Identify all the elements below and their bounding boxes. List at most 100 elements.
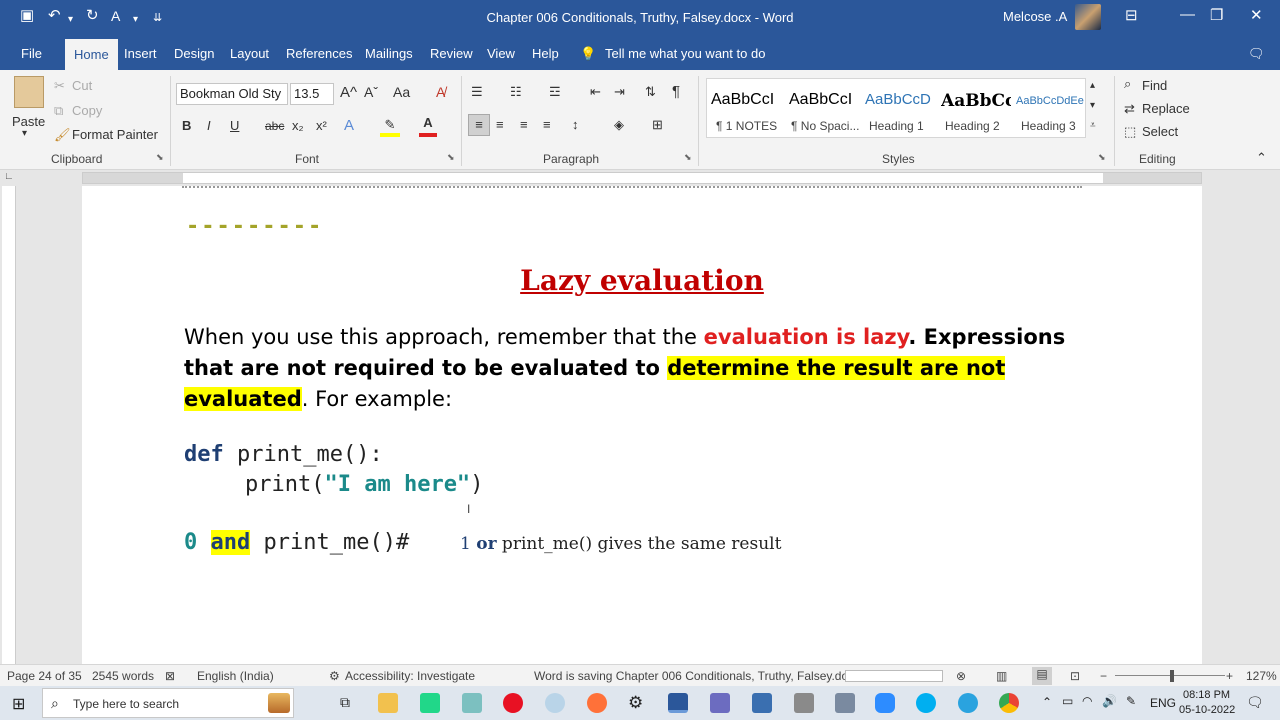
tell-me-search[interactable]: Tell me what you want to do <box>605 46 765 61</box>
style-notes[interactable]: AaBbCcI ¶ 1 NOTES <box>707 79 783 137</box>
numbering-icon[interactable]: ☷ <box>510 84 522 100</box>
subscript-button[interactable]: x₂ <box>292 118 304 133</box>
align-center-icon[interactable]: ≡ <box>496 117 504 132</box>
wifi-icon[interactable]: ◠ <box>1082 694 1092 708</box>
tab-mailings[interactable]: Mailings <box>365 46 413 61</box>
proofing-icon[interactable]: ⊠ <box>165 669 175 683</box>
file-explorer-icon[interactable] <box>378 693 398 713</box>
paste-button[interactable]: Paste <box>12 114 45 129</box>
close-icon[interactable]: ✕ <box>1250 6 1263 24</box>
clock-time[interactable]: 08:18 PM <box>1183 689 1230 701</box>
text-effects-icon[interactable]: A <box>344 117 354 134</box>
document-page[interactable]: --------- Lazy evaluation When you use t… <box>82 186 1202 664</box>
ribbon-display-icon[interactable]: ⊟ <box>1125 6 1138 24</box>
format-painter-button[interactable]: Format Painter <box>72 127 158 142</box>
word-taskbar-icon[interactable] <box>668 693 688 713</box>
read-mode-icon[interactable]: ▥ <box>996 669 1007 683</box>
paragraph-launcher-icon[interactable]: ⬊ <box>684 152 692 163</box>
font-color-icon[interactable]: A <box>419 115 437 137</box>
multilevel-list-icon[interactable]: ☲ <box>549 84 561 100</box>
minimize-icon[interactable]: — <box>1180 6 1195 23</box>
align-left-icon[interactable]: ≡ <box>468 114 490 136</box>
chrome-icon[interactable] <box>999 693 1019 713</box>
show-formatting-icon[interactable]: ¶ <box>672 83 680 100</box>
pycharm-icon[interactable] <box>420 693 440 713</box>
shrink-font-icon[interactable]: Aˇ <box>364 84 378 100</box>
superscript-button[interactable]: x² <box>316 118 327 133</box>
battery-icon[interactable]: ▭ <box>1062 694 1073 708</box>
font-size-combo[interactable]: 13.5 <box>290 83 334 105</box>
snip-icon[interactable] <box>545 693 565 713</box>
find-button[interactable]: Find <box>1142 78 1167 93</box>
cut-button[interactable]: Cut <box>72 78 92 93</box>
italic-button[interactable]: I <box>207 118 211 133</box>
borders-icon[interactable]: ⊞ <box>652 117 663 133</box>
styles-scroll-up-icon[interactable]: ▴ <box>1090 80 1095 91</box>
word-count[interactable]: 2545 words <box>92 669 154 683</box>
calculator-icon[interactable] <box>752 693 772 713</box>
align-right-icon[interactable]: ≡ <box>520 117 528 132</box>
styles-launcher-icon[interactable]: ⬊ <box>1098 152 1106 163</box>
style-heading-2[interactable]: AaBbCc Heading 2 <box>937 79 1013 137</box>
tab-layout[interactable]: Layout <box>230 46 269 61</box>
zoom-in-icon[interactable]: + <box>1226 669 1233 683</box>
tab-file[interactable]: File <box>21 46 42 61</box>
underline-button[interactable]: U <box>230 118 239 133</box>
app-icon[interactable] <box>462 693 482 713</box>
app-icon[interactable] <box>835 693 855 713</box>
taskbar-search-box[interactable]: ⌕ Type here to search <box>42 688 294 718</box>
line-spacing-icon[interactable]: ↕ <box>572 117 579 132</box>
zoom-slider-thumb[interactable] <box>1170 670 1174 682</box>
restore-icon[interactable]: ❐ <box>1210 6 1223 24</box>
task-view-icon[interactable]: ⧉ <box>340 694 350 711</box>
replace-button[interactable]: Replace <box>1142 101 1190 116</box>
tab-insert[interactable]: Insert <box>124 46 157 61</box>
pen-icon[interactable]: ✎ <box>1126 694 1136 708</box>
zoom-level[interactable]: 127% <box>1246 669 1277 683</box>
web-layout-icon[interactable]: ⊡ <box>1070 669 1080 683</box>
windows-start-icon[interactable]: ⊞ <box>12 694 25 714</box>
font-name-combo[interactable]: Bookman Old Sty <box>176 83 288 105</box>
tray-overflow-icon[interactable]: ⌃ <box>1042 695 1052 709</box>
zoom-app-icon[interactable] <box>875 693 895 713</box>
page-count[interactable]: Page 24 of 35 <box>7 669 82 683</box>
sort-icon[interactable]: ⇅ <box>645 84 656 100</box>
tab-review[interactable]: Review <box>430 46 473 61</box>
bold-button[interactable]: B <box>182 118 191 133</box>
strikethrough-button[interactable]: abc <box>265 119 284 133</box>
telegram-icon[interactable] <box>958 693 978 713</box>
notifications-icon[interactable]: 🗨 <box>1246 694 1264 711</box>
style-no-spacing[interactable]: AaBbCcI ¶ No Spaci... <box>785 79 861 137</box>
change-case-button[interactable]: Aa <box>393 84 410 100</box>
zoom-out-icon[interactable]: − <box>1100 669 1107 683</box>
volume-icon[interactable]: 🔊 <box>1102 694 1117 708</box>
comments-icon[interactable]: 🗨 <box>1248 46 1265 62</box>
tab-view[interactable]: View <box>487 46 515 61</box>
tab-references[interactable]: References <box>286 46 352 61</box>
clock-date[interactable]: 05-10-2022 <box>1179 704 1235 716</box>
horizontal-ruler[interactable]: ∟ <box>0 170 1280 186</box>
tab-design[interactable]: Design <box>174 46 214 61</box>
style-heading-3[interactable]: AaBbCcDdEe Heading 3 <box>1013 79 1087 137</box>
copy-button[interactable]: Copy <box>72 103 102 118</box>
increase-indent-icon[interactable]: ⇥ <box>614 84 625 100</box>
justify-icon[interactable]: ≡ <box>543 117 551 132</box>
clipboard-launcher-icon[interactable]: ⬊ <box>156 152 164 163</box>
paste-dropdown-icon[interactable]: ▾ <box>22 128 27 139</box>
grow-font-icon[interactable]: A^ <box>340 84 357 101</box>
accessibility-status[interactable]: Accessibility: Investigate <box>345 669 475 683</box>
firefox-icon[interactable] <box>587 693 607 713</box>
language-status[interactable]: English (India) <box>197 669 274 683</box>
style-heading-1[interactable]: AaBbCcD Heading 1 <box>861 79 937 137</box>
styles-scroll-down-icon[interactable]: ▾ <box>1090 100 1095 111</box>
select-button[interactable]: Select <box>1142 124 1178 139</box>
tab-help[interactable]: Help <box>532 46 559 61</box>
highlight-icon[interactable]: ✎ <box>380 117 400 137</box>
app-icon[interactable] <box>794 693 814 713</box>
styles-more-icon[interactable]: ⩡ <box>1090 120 1096 131</box>
print-layout-icon[interactable]: ▤ <box>1032 667 1052 685</box>
avatar[interactable] <box>1075 4 1101 30</box>
cancel-save-icon[interactable]: ⊗ <box>956 669 966 683</box>
shading-icon[interactable]: ◈ <box>614 117 624 133</box>
language-indicator[interactable]: ENG <box>1150 696 1176 710</box>
